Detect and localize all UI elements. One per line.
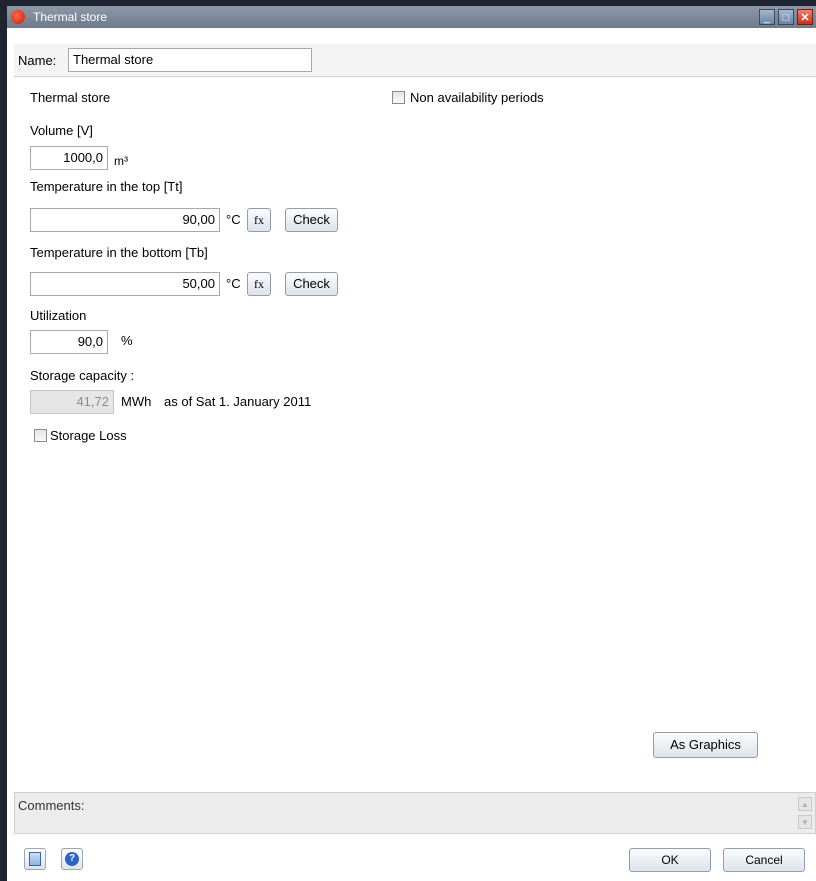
dialog-content: Name: Thermal store Thermal store Non av… [7,28,816,881]
cancel-button[interactable]: Cancel [723,848,805,872]
storage-capacity-value: 41,72 [30,390,114,414]
temp-top-formula-button[interactable]: fx [247,208,271,232]
temp-bottom-input[interactable]: 50,00 [30,272,220,296]
minimize-button[interactable]: _ [759,9,775,25]
temp-top-check-button[interactable]: Check [285,208,338,232]
storage-capacity-unit: MWh [121,394,152,409]
utilization-input[interactable]: 90,0 [30,330,108,354]
volume-input[interactable]: 1000,0 [30,146,108,170]
temp-bottom-label: Temperature in the bottom [Tb] [30,245,208,260]
volume-label: Volume [V] [30,123,93,138]
temp-bottom-formula-button[interactable]: fx [247,272,271,296]
help-icon: ? [65,851,79,866]
app-logo-icon [11,10,25,24]
non-availability-checkbox[interactable] [392,91,405,104]
storage-loss-checkbox[interactable] [34,429,47,442]
section-title: Thermal store [30,90,111,105]
volume-unit: m³ [114,154,128,168]
comments-field[interactable]: Comments: ▲ ▼ [14,792,816,834]
comments-scroll-down[interactable]: ▼ [798,815,812,829]
name-label: Name: [18,53,57,68]
comments-scroll-up[interactable]: ▲ [798,797,812,811]
footer-bar: ? OK Cancel [7,838,816,881]
temp-top-input[interactable]: 90,00 [30,208,220,232]
name-bar: Name: Thermal store [14,44,816,77]
temp-top-label: Temperature in the top [Tt] [30,179,183,194]
name-input[interactable]: Thermal store [68,48,312,72]
maximize-button[interactable]: □ [778,9,794,25]
storage-capacity-date: as of Sat 1. January 2011 [164,394,312,409]
non-availability-label: Non availability periods [410,90,544,105]
utilization-unit: % [121,333,133,348]
storage-loss-label: Storage Loss [50,428,127,443]
copy-document-icon [29,851,41,866]
storage-capacity-label: Storage capacity : [30,368,135,383]
as-graphics-button[interactable]: As Graphics [653,732,758,758]
thermal-store-window: Thermal store _ □ ✕ Name: Thermal store … [7,6,816,881]
close-button[interactable]: ✕ [797,9,813,25]
utilization-label: Utilization [30,308,87,323]
comments-label: Comments: [18,798,85,813]
ok-button[interactable]: OK [629,848,711,872]
temp-bottom-check-button[interactable]: Check [285,272,338,296]
title-bar[interactable]: Thermal store _ □ ✕ [7,6,816,28]
window-title: Thermal store [33,10,108,24]
help-button[interactable]: ? [61,848,83,870]
copy-document-button[interactable] [24,848,46,870]
temp-bottom-unit: °C [226,276,241,291]
temp-top-unit: °C [226,212,241,227]
